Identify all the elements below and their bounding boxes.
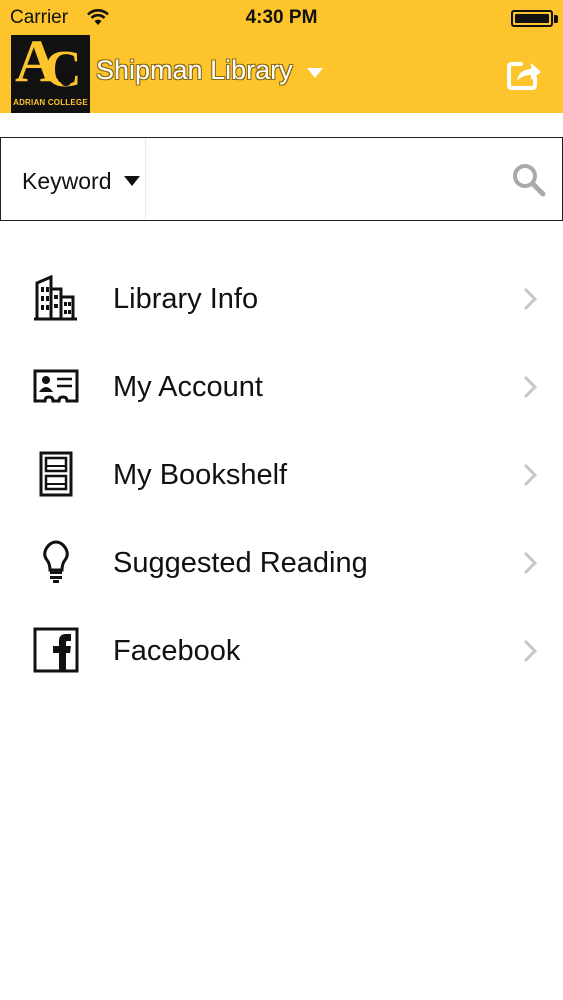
lightbulb-icon	[43, 540, 69, 583]
chevron-down-icon	[124, 176, 140, 186]
menu-item-facebook[interactable]: Facebook	[0, 606, 563, 694]
logo-letter-c: C	[44, 41, 82, 98]
battery-nub	[554, 15, 558, 23]
search-bar: Keyword	[0, 137, 563, 221]
search-scope-dropdown[interactable]: Keyword	[1, 138, 146, 220]
search-scope-label: Keyword	[22, 168, 112, 194]
search-icon[interactable]	[511, 162, 547, 198]
menu-item-library-info[interactable]: Library Info	[0, 254, 563, 342]
status-bar: Carrier 4:30 PM	[0, 0, 563, 36]
menu-item-label: My Bookshelf	[113, 459, 288, 491]
battery-icon	[511, 10, 553, 27]
menu-item-label: Suggested Reading	[113, 547, 368, 579]
paw-icon	[58, 72, 74, 86]
status-time: 4:30 PM	[245, 7, 318, 28]
facebook-icon	[33, 627, 79, 673]
bookshelf-icon	[39, 451, 73, 497]
chevron-right-icon	[523, 639, 538, 663]
library-selector-title[interactable]: Shipman Library	[96, 55, 293, 86]
chevron-right-icon	[523, 287, 538, 311]
app-header: Carrier 4:30 PM A C ADRIAN COLLEGE Shipm…	[0, 0, 563, 113]
chevron-right-icon	[523, 551, 538, 575]
chevron-right-icon	[523, 375, 538, 399]
chevron-down-icon[interactable]	[307, 68, 323, 78]
menu-item-my-account[interactable]: My Account	[0, 342, 563, 430]
search-input[interactable]	[148, 139, 498, 219]
menu-item-my-bookshelf[interactable]: My Bookshelf	[0, 430, 563, 518]
share-icon[interactable]	[506, 57, 544, 91]
logo-caption: ADRIAN COLLEGE	[13, 98, 88, 107]
menu-item-suggested-reading[interactable]: Suggested Reading	[0, 518, 563, 606]
menu-item-label: Library Info	[113, 283, 259, 315]
menu-item-label: Facebook	[113, 635, 241, 667]
college-logo: A C ADRIAN COLLEGE	[11, 31, 90, 113]
building-icon	[34, 275, 77, 321]
chevron-right-icon	[523, 463, 538, 487]
id-card-icon	[33, 369, 79, 403]
menu-item-label: My Account	[113, 371, 263, 403]
